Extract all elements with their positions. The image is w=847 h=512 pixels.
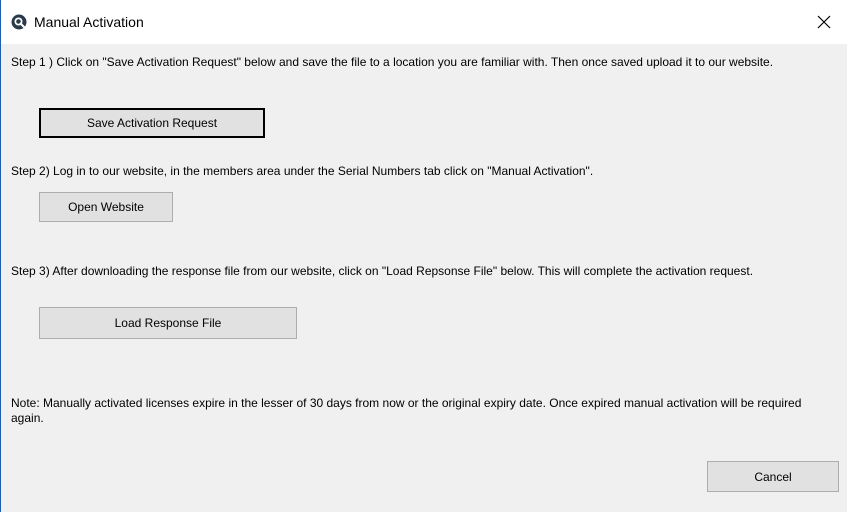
title-bar[interactable]: Manual Activation — [1, 0, 847, 44]
cancel-button[interactable]: Cancel — [707, 461, 839, 492]
step-2-text: Step 2) Log in to our website, in the me… — [11, 164, 594, 178]
load-response-file-button[interactable]: Load Response File — [39, 307, 297, 339]
close-button[interactable] — [801, 0, 847, 44]
step-3-text: Step 3) After downloading the response f… — [11, 264, 754, 278]
save-activation-request-button[interactable]: Save Activation Request — [39, 108, 265, 138]
app-logo-icon — [11, 14, 27, 30]
manual-activation-dialog: Manual Activation Step 1 ) Click on "Sav… — [0, 0, 847, 512]
step-1-text: Step 1 ) Click on "Save Activation Reque… — [11, 55, 774, 69]
dialog-body: Step 1 ) Click on "Save Activation Reque… — [1, 44, 847, 512]
note-text: Note: Manually activated licenses expire… — [11, 396, 802, 425]
open-website-button[interactable]: Open Website — [39, 192, 173, 222]
window-title: Manual Activation — [34, 14, 144, 30]
close-icon — [817, 15, 831, 29]
